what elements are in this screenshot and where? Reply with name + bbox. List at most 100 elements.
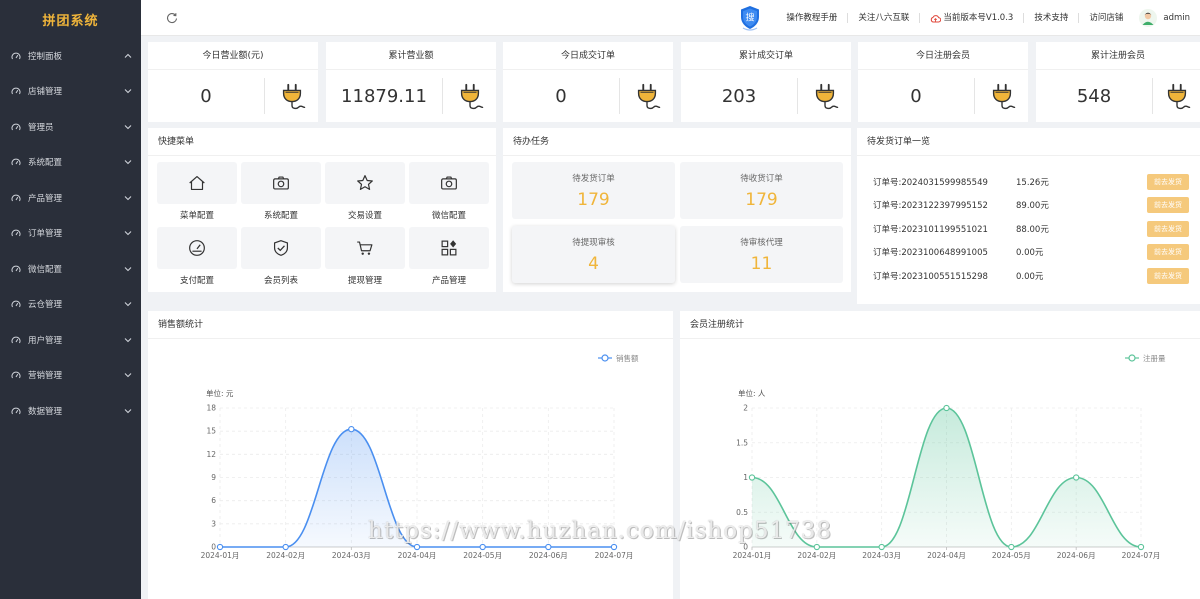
- task-count: 11: [750, 253, 773, 274]
- ship-button[interactable]: 前去发货: [1147, 220, 1189, 237]
- x-tick-label: 2024-01月: [201, 551, 240, 560]
- refresh-icon[interactable]: [165, 11, 179, 25]
- sidebar-item-4[interactable]: 产品管理: [0, 180, 141, 216]
- sidebar-item-5[interactable]: 订单管理: [0, 216, 141, 252]
- sidebar-item-3[interactable]: 系统配置: [0, 145, 141, 181]
- quick-menu-icon-box[interactable]: [241, 162, 321, 204]
- stat-icon-wrap: [620, 81, 673, 111]
- data-point[interactable]: [479, 543, 486, 551]
- sidebar-item-7[interactable]: 云仓管理: [0, 287, 141, 323]
- ship-button[interactable]: 前去发货: [1147, 173, 1189, 190]
- x-tick-label: 2024-04月: [927, 551, 966, 560]
- quick-menu-label: 交易设置: [347, 211, 382, 221]
- quick-menu-item[interactable]: 产品管理: [409, 227, 489, 289]
- chevron-down-icon[interactable]: [124, 265, 132, 273]
- quick-menu-icon-box[interactable]: [241, 227, 321, 269]
- x-tick-label: 2024-03月: [332, 551, 371, 560]
- chart-legend[interactable]: 销售额: [598, 353, 639, 363]
- data-point[interactable]: [348, 426, 355, 433]
- order-row: 订单号:2024031599985549 15.26元 前去发货: [873, 170, 1189, 194]
- chevron-down-icon[interactable]: [124, 87, 132, 95]
- legend-label: 销售额: [616, 353, 639, 363]
- quick-menu-icon-box[interactable]: [157, 227, 237, 269]
- quick-menu-icon-box[interactable]: [325, 162, 405, 204]
- data-point[interactable]: [1008, 543, 1015, 551]
- data-point[interactable]: [878, 543, 885, 551]
- sidebar-item-2[interactable]: 管理员: [0, 109, 141, 145]
- admin-icon: [11, 123, 21, 130]
- quick-menu-icon-box[interactable]: [157, 162, 237, 204]
- ship-button[interactable]: 前去发货: [1147, 267, 1189, 284]
- sidebar-item-9[interactable]: 营销管理: [0, 358, 141, 394]
- sidebar-item-10[interactable]: 数据管理: [0, 393, 141, 429]
- y-tick-label: 12: [206, 450, 216, 459]
- sidebar-item-icon: [11, 122, 21, 132]
- order-number: 订单号:2023100648991005: [873, 248, 988, 259]
- ship-button[interactable]: 前去发货: [1147, 244, 1189, 261]
- quick-menu-icon-box[interactable]: [409, 227, 489, 269]
- watermark: https://www.huzhan.com/ishop51738: [368, 518, 833, 544]
- chevron-down-icon[interactable]: [124, 336, 132, 344]
- quick-menu-icon-box[interactable]: [409, 162, 489, 204]
- version-label: 当前版本号V1.0.3: [943, 13, 1014, 23]
- sidebar-item-8[interactable]: 用户管理: [0, 322, 141, 358]
- data-point[interactable]: [610, 543, 618, 551]
- chart-legend[interactable]: 注册量: [1125, 353, 1166, 363]
- stat-value: 203: [721, 85, 757, 107]
- data-point[interactable]: [413, 543, 421, 551]
- data-point[interactable]: [943, 404, 950, 412]
- chevron-down-icon[interactable]: [124, 229, 132, 237]
- data-point[interactable]: [748, 474, 756, 481]
- quick-menu-item[interactable]: 支付配置: [157, 227, 237, 289]
- quick-menu-item[interactable]: 交易设置: [325, 162, 405, 224]
- y-tick-label: 3: [211, 519, 216, 528]
- sidebar-item-icon: [11, 299, 21, 309]
- chevron-down-icon[interactable]: [124, 194, 132, 202]
- warehouse-icon: [11, 300, 21, 308]
- support-link[interactable]: 技术支持: [1023, 13, 1078, 23]
- tutorial-link[interactable]: 操作教程手册: [776, 13, 847, 23]
- sidebar-item-1[interactable]: 店铺管理: [0, 74, 141, 110]
- quick-menu-item[interactable]: 微信配置: [409, 162, 489, 224]
- version-link[interactable]: 当前版本号V1.0.3: [919, 13, 1023, 23]
- chevron-down-icon[interactable]: [124, 123, 132, 131]
- quick-menu-item[interactable]: 会员列表: [241, 227, 321, 289]
- data-point[interactable]: [813, 543, 820, 551]
- quick-menu-item[interactable]: 提现管理: [325, 227, 405, 289]
- chevron-down-icon[interactable]: [124, 407, 132, 415]
- task-card[interactable]: 待提现审核 4: [512, 226, 675, 283]
- task-card[interactable]: 待审核代理 11: [680, 226, 843, 283]
- data-point[interactable]: [1073, 474, 1080, 481]
- top-header: 搜 操作教程手册 关注八六互联 当前版本号V1.0.3 技术支持 访问店铺 ad…: [141, 0, 1200, 36]
- chevron-down-icon[interactable]: [124, 371, 132, 379]
- task-card[interactable]: 待发货订单 179: [512, 162, 675, 219]
- chevron-up-icon[interactable]: [124, 52, 132, 60]
- data-point[interactable]: [1137, 543, 1145, 551]
- sidebar-item-0[interactable]: 控制面板: [0, 38, 141, 74]
- visit-store-link[interactable]: 访问店铺: [1078, 13, 1133, 23]
- quick-menu-item[interactable]: 系统配置: [241, 162, 321, 224]
- quick-menu-item[interactable]: 菜单配置: [157, 162, 237, 224]
- task-card[interactable]: 待收货订单 179: [680, 162, 843, 219]
- plug-icon: [282, 83, 305, 110]
- order-icon: [11, 229, 21, 237]
- data-icon: [11, 407, 21, 414]
- x-tick-label: 2024-02月: [266, 551, 305, 560]
- order-row: 订单号:2023122397995152 89.00元 前去发货: [873, 194, 1189, 218]
- data-point[interactable]: [282, 543, 289, 551]
- data-point[interactable]: [545, 543, 552, 551]
- stat-title: 累计注册会员: [1036, 42, 1200, 70]
- header-right: 搜 操作教程手册 关注八六互联 当前版本号V1.0.3 技术支持 访问店铺 ad…: [738, 0, 1190, 36]
- quick-menu-icon-box[interactable]: [325, 227, 405, 269]
- chevron-down-icon[interactable]: [124, 158, 132, 166]
- sales-chart-title: 销售额统计: [148, 311, 673, 339]
- follow-link[interactable]: 关注八六互联: [847, 13, 919, 23]
- username[interactable]: admin: [1163, 13, 1190, 23]
- data-point[interactable]: [216, 543, 224, 551]
- ship-button[interactable]: 前去发货: [1147, 197, 1189, 214]
- sidebar-item-6[interactable]: 微信配置: [0, 251, 141, 287]
- chevron-down-icon[interactable]: [124, 300, 132, 308]
- star-icon: [357, 175, 373, 191]
- search-badge-icon[interactable]: 搜: [738, 4, 762, 32]
- avatar[interactable]: [1139, 9, 1158, 27]
